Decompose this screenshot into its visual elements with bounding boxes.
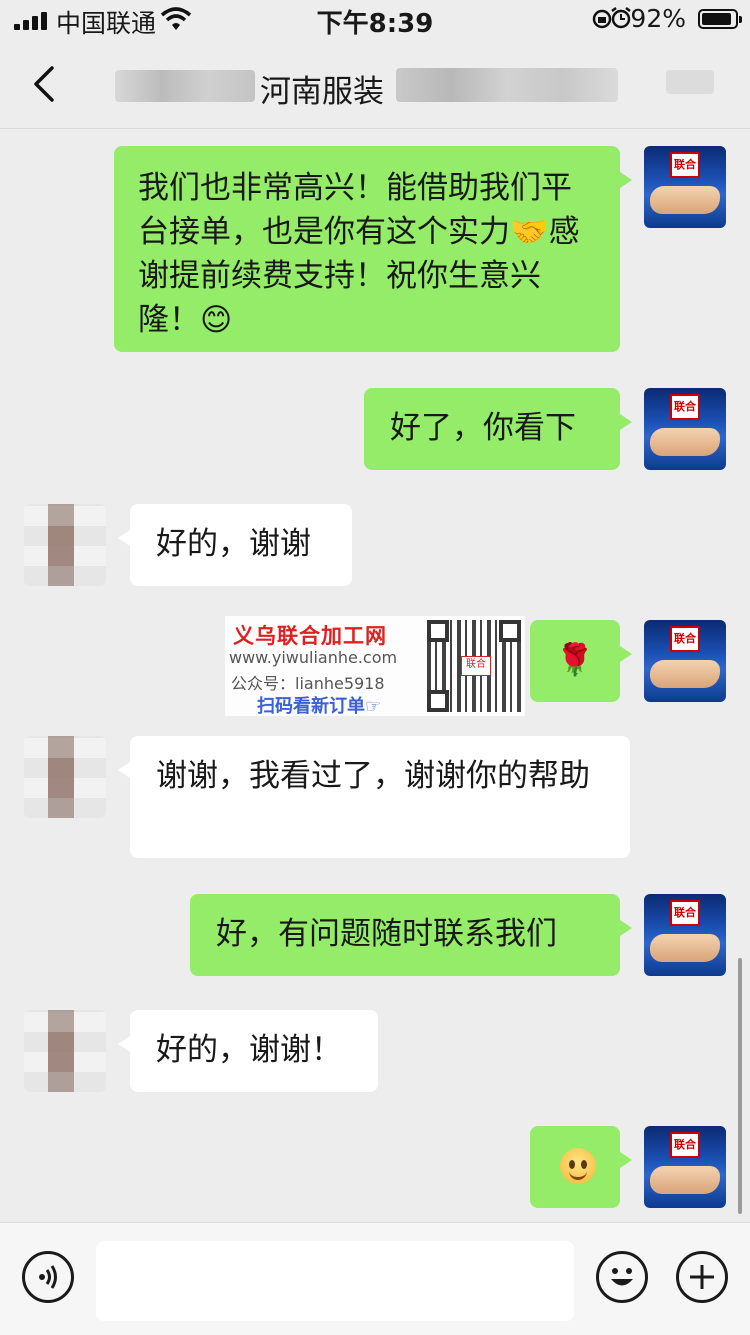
watermark-banner: 义乌联合加工网 www.yiwulianhe.com 公众号：lianhe591… (225, 616, 525, 717)
status-bar: 中国联通 下午8:39 92% (0, 0, 750, 40)
avatar[interactable] (24, 1010, 106, 1092)
message-bubble-sent[interactable]: 好，有问题随时联系我们 (190, 894, 632, 976)
qr-code: 联合 (427, 620, 521, 712)
watermark-scan-text: 扫码看新订单☞ (257, 696, 382, 717)
message-bubble-received[interactable]: 好的，谢谢！ (118, 1010, 378, 1092)
avatar[interactable] (24, 736, 106, 818)
message-input[interactable] (96, 1241, 574, 1321)
lock-rotation-icon (592, 9, 612, 29)
alarm-icon (611, 7, 631, 29)
message-bubble-sent[interactable]: 🌹 (530, 620, 632, 702)
message-bubble-received[interactable]: 好的，谢谢 (118, 504, 352, 586)
blurred-name-left (115, 70, 255, 102)
avatar[interactable]: 联合 (644, 388, 726, 470)
battery-percent: 92% (630, 4, 686, 33)
watermark-title: 义乌联合加工网 (233, 624, 387, 648)
watermark-account: 公众号：lianhe5918 (231, 674, 385, 693)
avatar[interactable]: 联合 (644, 620, 726, 702)
message-bubble-sent[interactable]: 我们也非常高兴！能借助我们平台接单，也是你有这个实力🤝感谢提前续费支持！祝你生意… (114, 146, 632, 352)
avatar[interactable]: 联合 (644, 146, 726, 228)
scrollbar[interactable] (738, 958, 742, 1214)
battery-icon (698, 9, 742, 29)
message-list[interactable]: 我们也非常高兴！能借助我们平台接单，也是你有这个实力🤝感谢提前续费支持！祝你生意… (0, 128, 750, 1222)
avatar[interactable]: 联合 (644, 894, 726, 976)
back-icon[interactable] (30, 64, 60, 104)
message-bubble-received[interactable]: 谢谢，我看过了，谢谢你的帮助 (118, 736, 630, 858)
message-bubble-sent[interactable]: 好了，你看下 (364, 388, 632, 470)
avatar[interactable]: 联合 (644, 1126, 726, 1208)
blurred-menu-button[interactable] (666, 70, 714, 94)
chat-header: 河南服装 (0, 40, 750, 129)
watermark-url: www.yiwulianhe.com (229, 648, 398, 667)
plus-icon[interactable] (676, 1251, 728, 1303)
chat-title: 河南服装 (260, 74, 384, 110)
blurred-name-right (396, 68, 618, 102)
input-bar (0, 1222, 750, 1335)
message-bubble-sent[interactable] (530, 1126, 632, 1208)
smiling-face-icon (560, 1148, 596, 1184)
emoji-icon[interactable] (596, 1251, 648, 1303)
avatar[interactable] (24, 504, 106, 586)
voice-icon[interactable] (22, 1251, 74, 1303)
